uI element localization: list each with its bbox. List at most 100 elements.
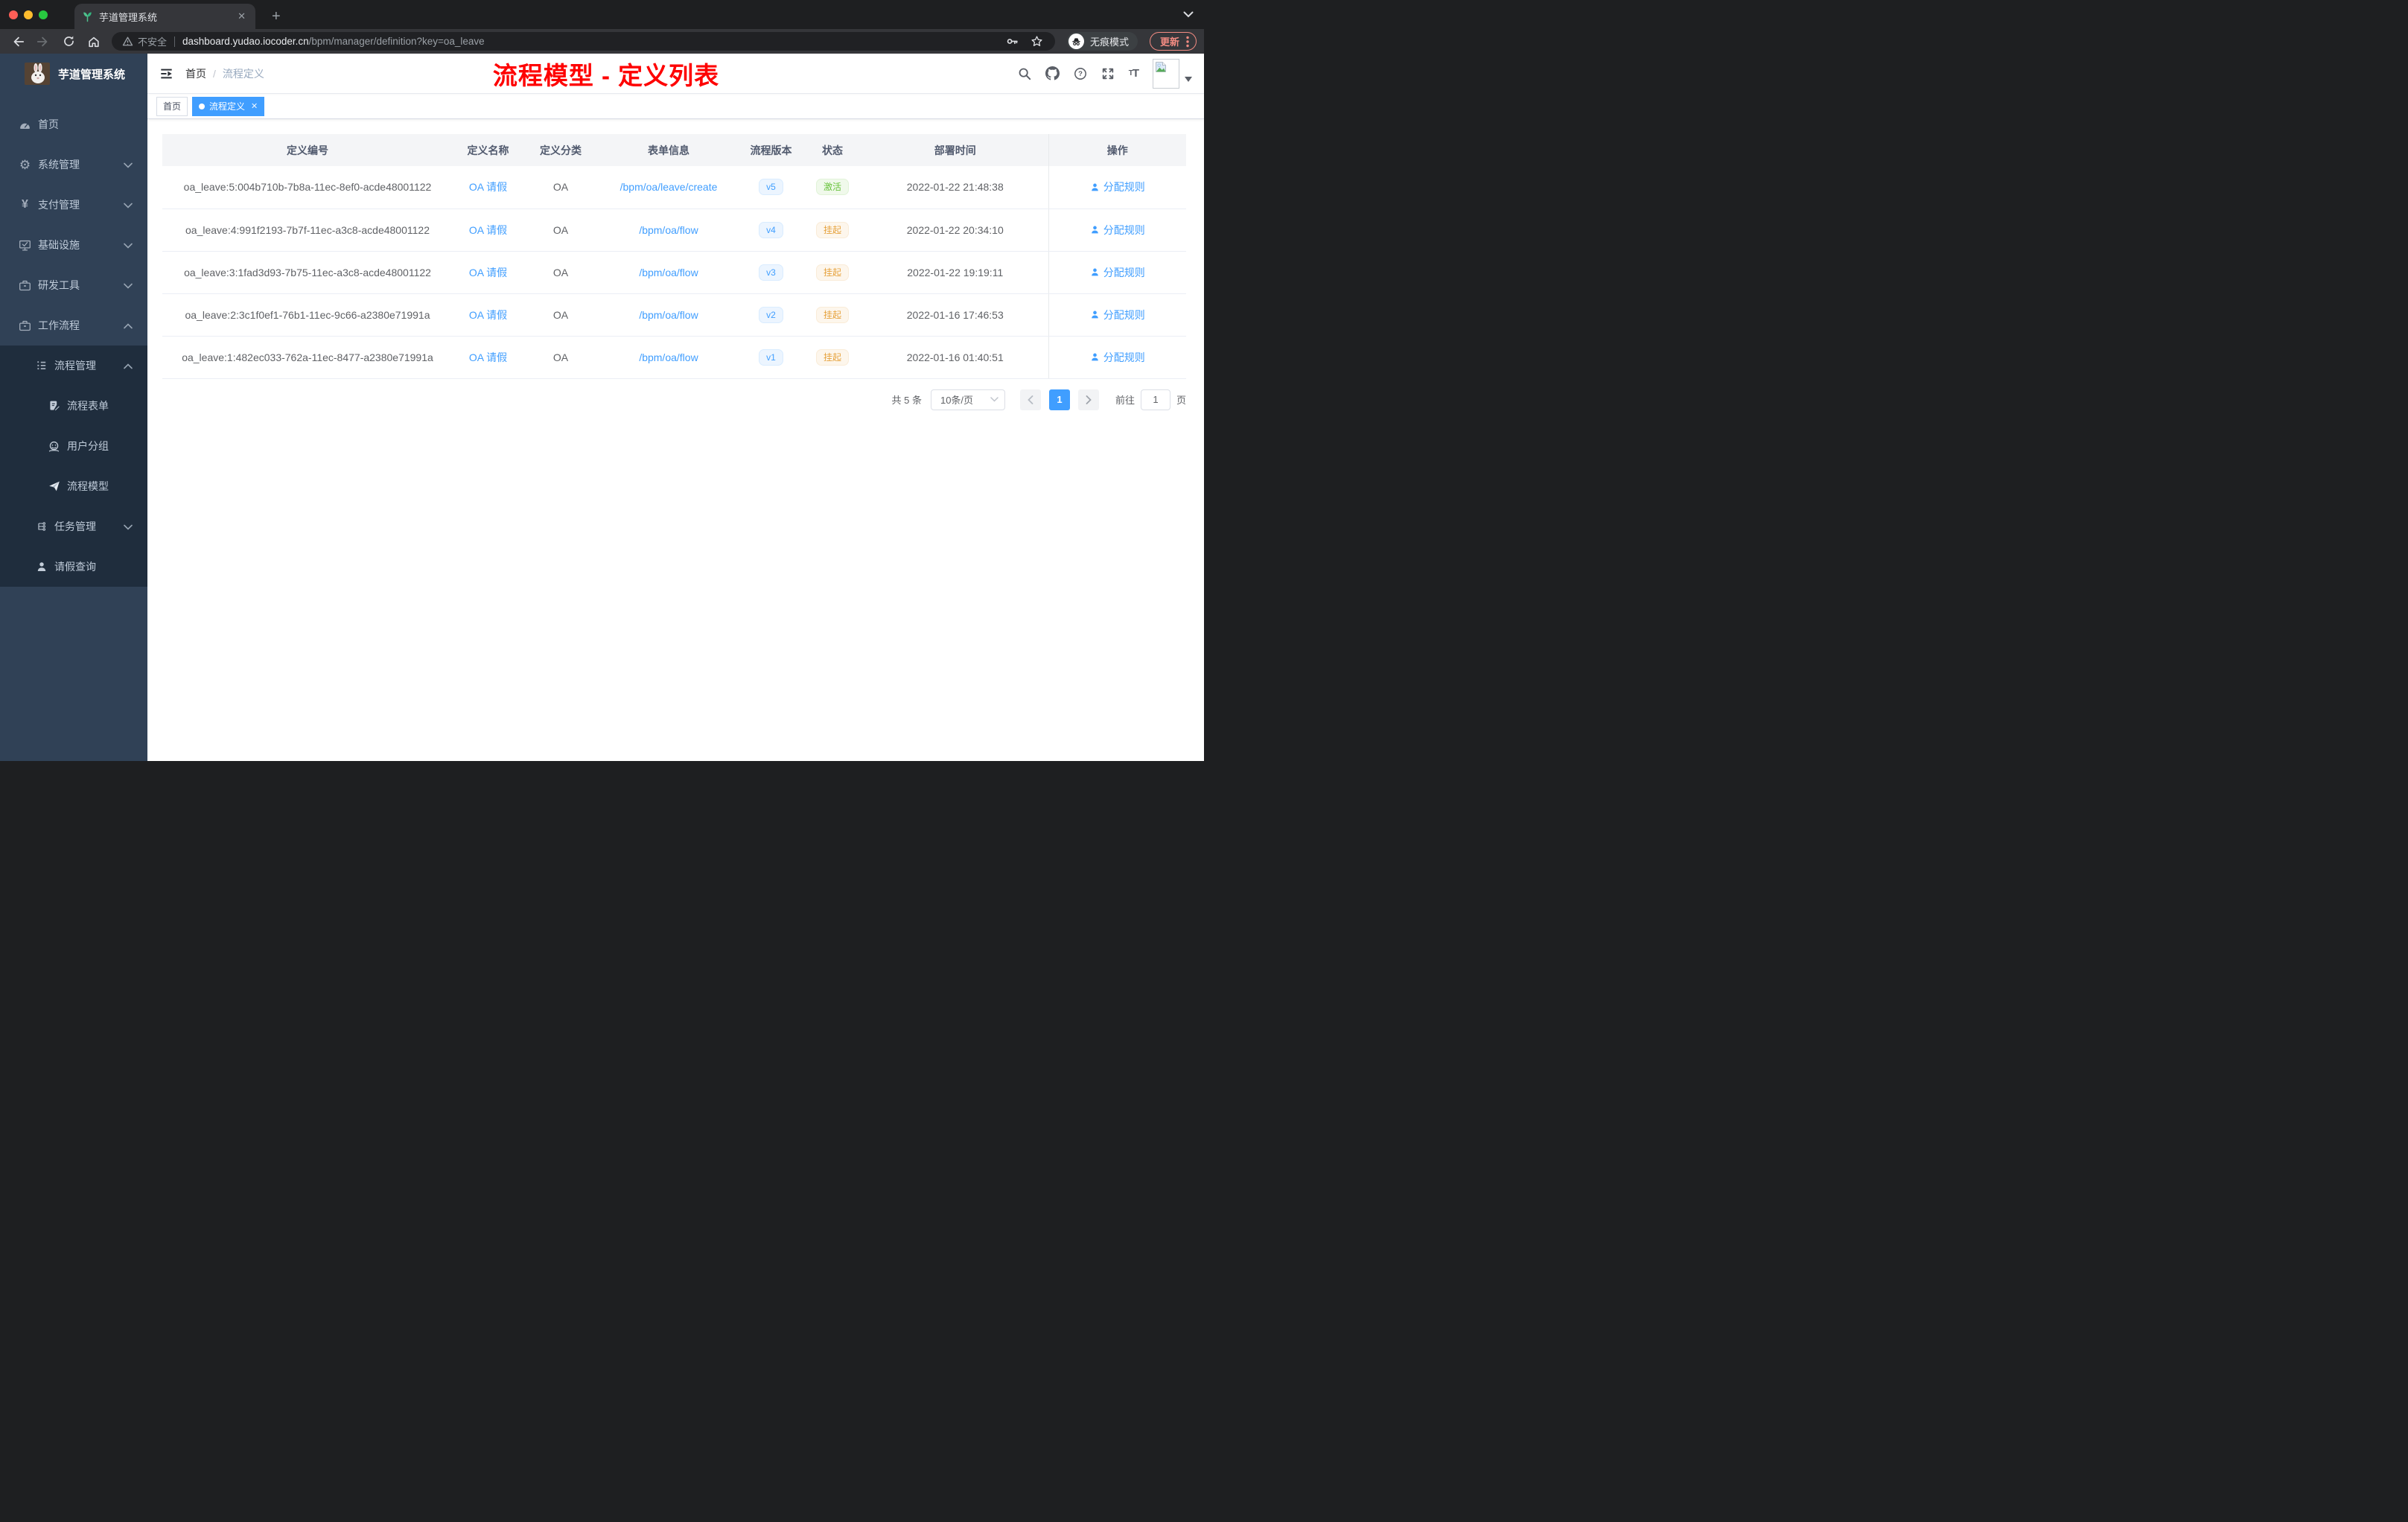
page-size-select[interactable]: 10条/页 <box>930 389 1005 410</box>
definition-name-link[interactable]: OA 请假 <box>469 351 507 363</box>
assign-rule-button[interactable]: 分配规则 <box>1090 308 1145 322</box>
version-badge[interactable]: v1 <box>759 348 783 366</box>
col-definition-id: 定义编号 <box>162 134 453 166</box>
sidebar-item-label: 任务管理 <box>54 520 96 532</box>
chevron-left-icon <box>1028 395 1033 404</box>
new-tab-button[interactable]: + <box>266 4 287 29</box>
bookmark-star-icon[interactable] <box>1031 35 1043 48</box>
form-edit-icon <box>48 400 60 412</box>
sidebar-item-workflow[interactable]: 工作流程 <box>0 305 147 346</box>
breadcrumb: 首页 / 流程定义 <box>185 66 264 81</box>
assign-rule-button[interactable]: 分配规则 <box>1090 350 1145 365</box>
minimize-window-button[interactable] <box>24 10 33 19</box>
close-window-button[interactable] <box>9 10 18 19</box>
tag-home[interactable]: 首页 <box>156 96 188 116</box>
sidebar-item-user-group[interactable]: 用户分组 <box>0 426 147 466</box>
definition-id: oa_leave:5:004b710b-7b8a-11ec-8ef0-acde4… <box>162 166 453 209</box>
browser-toolbar: 不安全 dashboard.yudao.iocoder.cn/bpm/manag… <box>0 29 1204 54</box>
fullscreen-icon[interactable] <box>1101 67 1115 80</box>
definition-name-link[interactable]: OA 请假 <box>469 224 507 236</box>
col-definition-name: 定义名称 <box>453 134 523 166</box>
sidebar-item-dev-tools[interactable]: 研发工具 <box>0 265 147 305</box>
tab-title: 芋道管理系统 <box>99 11 158 23</box>
prev-page-button[interactable] <box>1019 389 1041 410</box>
page-content: 定义编号 定义名称 定义分类 表单信息 流程版本 状态 部署时间 操作 oa_l <box>147 119 1204 410</box>
reload-button[interactable] <box>58 32 79 51</box>
forward-button[interactable] <box>33 32 54 51</box>
sidebar-item-label: 流程表单 <box>67 400 109 412</box>
tag-close-icon[interactable]: ✕ <box>251 101 258 111</box>
sidebar-fold-icon[interactable] <box>159 67 173 80</box>
sidebar-item-process-model[interactable]: 流程模型 <box>0 466 147 506</box>
breadcrumb-home[interactable]: 首页 <box>185 66 206 81</box>
tag-label: 流程定义 <box>209 101 246 112</box>
breadcrumb-current: 流程定义 <box>222 67 264 80</box>
sidebar-item-infrastructure[interactable]: 基础设施 <box>0 225 147 265</box>
form-link[interactable]: /bpm/oa/leave/create <box>620 181 718 193</box>
tab-search-chevron-icon[interactable] <box>1183 8 1194 22</box>
address-bar[interactable]: 不安全 dashboard.yudao.iocoder.cn/bpm/manag… <box>112 32 1055 51</box>
sidebar-menu: 首页 ⚙ 系统管理 ¥ 支付管理 基础设施 研发工具 工作流程 流程管理 流程表… <box>0 104 147 587</box>
zoom-window-button[interactable] <box>39 10 48 19</box>
status-badge: 挂起 <box>815 306 849 323</box>
definition-id: oa_leave:1:482ec033-762a-11ec-8477-a2380… <box>162 336 453 379</box>
tab-close-icon[interactable]: ✕ <box>235 10 248 22</box>
version-badge[interactable]: v5 <box>759 179 783 196</box>
version-badge[interactable]: v2 <box>759 306 783 323</box>
sidebar-item-label: 研发工具 <box>38 279 80 291</box>
chevron-right-icon <box>1086 395 1092 404</box>
user-icon <box>1091 183 1098 191</box>
help-question-icon[interactable]: ? <box>1074 67 1087 80</box>
definition-id: oa_leave:2:3c1f0ef1-76b1-11ec-9c66-a2380… <box>162 293 453 337</box>
paper-plane-icon <box>48 480 60 492</box>
version-badge[interactable]: v4 <box>759 221 783 238</box>
github-icon[interactable] <box>1045 66 1060 80</box>
browser-update-button[interactable]: 更新 <box>1149 32 1197 51</box>
sidebar-item-task-management[interactable]: 任务管理 <box>0 506 147 547</box>
form-link[interactable]: /bpm/oa/flow <box>639 351 698 363</box>
back-button[interactable] <box>7 32 28 51</box>
next-page-button[interactable] <box>1077 389 1099 410</box>
assign-rule-button[interactable]: 分配规则 <box>1090 265 1145 280</box>
password-key-icon[interactable] <box>1006 35 1019 48</box>
definition-name-link[interactable]: OA 请假 <box>469 309 507 321</box>
definition-name-link[interactable]: OA 请假 <box>469 267 507 278</box>
sidebar-item-system[interactable]: ⚙ 系统管理 <box>0 144 147 185</box>
home-button[interactable] <box>83 32 104 51</box>
definition-category: OA <box>523 208 598 252</box>
page-size-value: 10条/页 <box>940 395 974 406</box>
browser-tab[interactable]: 芋道管理系统 ✕ <box>74 4 255 29</box>
table-row: oa_leave:3:1fad3d93-7b75-11ec-a3c8-acde4… <box>162 251 1186 294</box>
not-secure-label[interactable]: 不安全 <box>138 34 167 48</box>
tag-process-definition[interactable]: 流程定义 ✕ <box>192 96 265 116</box>
chevron-down-icon <box>124 159 133 171</box>
col-process-version: 流程版本 <box>739 134 803 166</box>
search-icon[interactable] <box>1018 67 1031 80</box>
col-status: 状态 <box>803 134 862 166</box>
form-link[interactable]: /bpm/oa/flow <box>639 267 698 278</box>
assign-rule-button[interactable]: 分配规则 <box>1090 223 1145 238</box>
app-title: 芋道管理系统 <box>58 68 126 81</box>
sidebar-item-process-form[interactable]: 流程表单 <box>0 386 147 426</box>
chevron-down-icon <box>124 199 133 211</box>
definition-id: oa_leave:4:991f2193-7b7f-11ec-a3c8-acde4… <box>162 208 453 252</box>
definition-category: OA <box>523 251 598 294</box>
definition-name-link[interactable]: OA 请假 <box>469 181 507 193</box>
sidebar-item-home[interactable]: 首页 <box>0 104 147 144</box>
user-icon <box>1091 226 1098 234</box>
sidebar-logo[interactable]: 芋道管理系统 <box>0 54 147 94</box>
goto-page-input[interactable] <box>1140 389 1170 410</box>
sidebar-item-process-management[interactable]: 流程管理 <box>0 346 147 386</box>
form-link[interactable]: /bpm/oa/flow <box>639 224 698 236</box>
sidebar-item-payment[interactable]: ¥ 支付管理 <box>0 185 147 225</box>
sidebar-item-leave-query[interactable]: 请假查询 <box>0 547 147 587</box>
status-badge: 挂起 <box>815 348 849 366</box>
user-avatar-menu[interactable] <box>1153 58 1192 89</box>
font-size-icon[interactable]: TT <box>1129 67 1139 80</box>
version-badge[interactable]: v3 <box>759 264 783 281</box>
page-number-current[interactable]: 1 <box>1048 389 1070 410</box>
deploy-time: 2022-01-16 17:46:53 <box>862 293 1048 337</box>
table-header-row: 定义编号 定义名称 定义分类 表单信息 流程版本 状态 部署时间 操作 <box>162 134 1186 166</box>
form-link[interactable]: /bpm/oa/flow <box>639 309 698 321</box>
assign-rule-button[interactable]: 分配规则 <box>1090 179 1145 194</box>
